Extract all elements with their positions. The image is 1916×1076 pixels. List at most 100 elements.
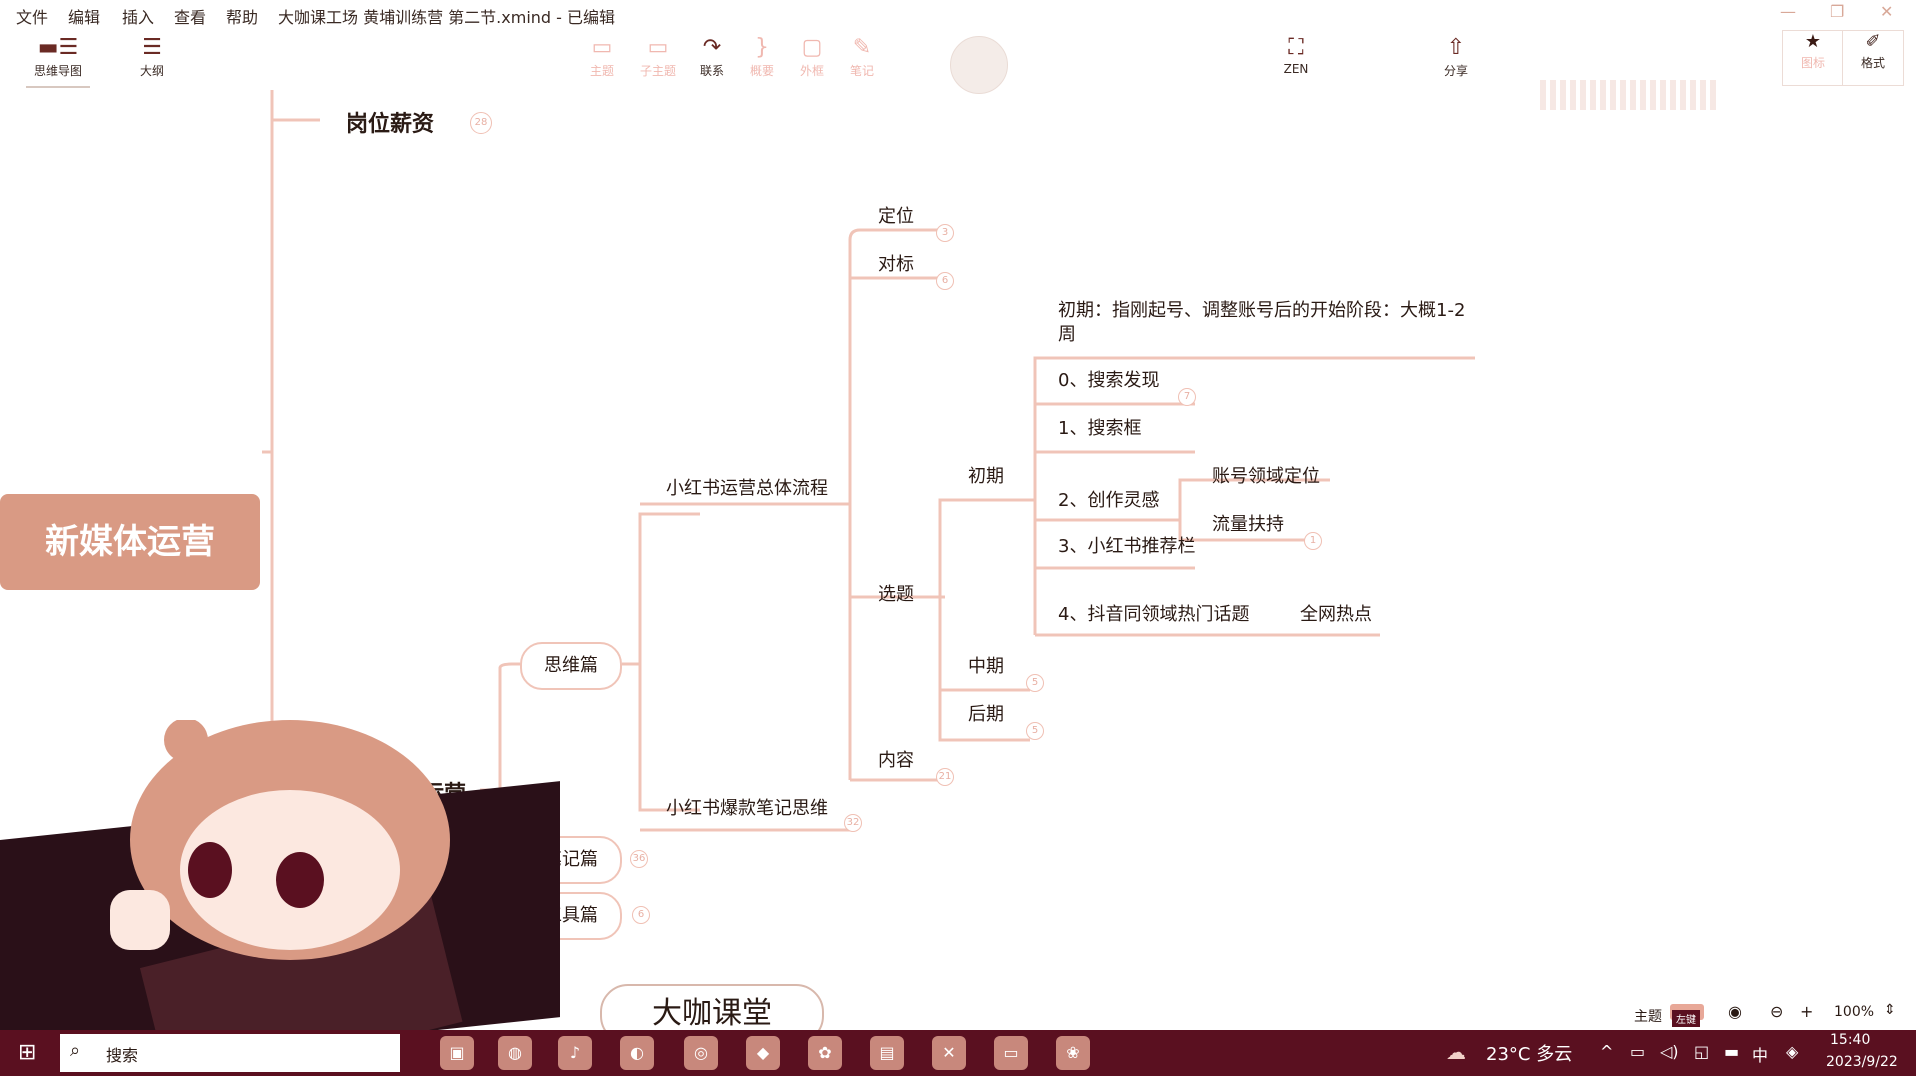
- zoom-stepper-icon[interactable]: ⇕: [1884, 1002, 1896, 1018]
- close-icon[interactable]: ✕: [1880, 2, 1893, 21]
- early-stage-note-line1[interactable]: 初期：指刚起号、调整账号后的开始阶段：大概1-2: [1058, 296, 1465, 322]
- avatar: [950, 36, 1008, 94]
- eye-icon[interactable]: ◉: [1728, 1002, 1742, 1021]
- weather-status[interactable]: 23°C 多云: [1486, 1040, 1572, 1066]
- topic-search-discover[interactable]: 0、搜索发现: [1058, 366, 1159, 392]
- network-icon[interactable]: ▭: [1630, 1042, 1645, 1061]
- topic-positioning[interactable]: 定位: [878, 202, 914, 228]
- topic-content[interactable]: 内容: [878, 746, 914, 772]
- maximize-icon[interactable]: ❐: [1830, 2, 1844, 21]
- app-icon[interactable]: ◍: [498, 1036, 532, 1070]
- topic-viral-notes[interactable]: 小红书爆款笔记思维: [666, 794, 828, 820]
- root-topic[interactable]: 新媒体运营: [0, 494, 260, 590]
- folder-icon[interactable]: ▭: [994, 1036, 1028, 1070]
- clock-time[interactable]: 15:40: [1830, 1032, 1870, 1048]
- xmind-app-icon[interactable]: ✕: [932, 1036, 966, 1070]
- tray-app-icon[interactable]: ◈: [1786, 1042, 1798, 1061]
- collapsed-count-badge[interactable]: 6: [936, 272, 954, 290]
- icon-panel-button[interactable]: ★ 图标: [1782, 30, 1844, 86]
- menu-view[interactable]: 查看: [174, 4, 206, 28]
- zoom-out-icon[interactable]: ⊖: [1770, 1002, 1783, 1021]
- topic-late-stage[interactable]: 后期: [968, 700, 1004, 726]
- topic-benchmark[interactable]: 对标: [878, 250, 914, 276]
- brush-icon: ✐: [1865, 31, 1881, 52]
- clock-date[interactable]: 2023/9/22: [1826, 1054, 1898, 1070]
- taskbar: ⊞ ⌕ 搜索 ▣ ◍ ♪ ◐ ◎ ◆ ✿ ▤ ✕ ▭ ❀ ☁ 23°C 多云 ^…: [0, 1030, 1916, 1076]
- taskbar-search[interactable]: ⌕ 搜索: [60, 1034, 400, 1072]
- icon-panel-label: 图标: [1800, 56, 1825, 70]
- list-icon: ☰: [142, 35, 162, 60]
- topic-label: 主题: [589, 64, 614, 78]
- topic-search-box[interactable]: 1、搜索框: [1058, 414, 1141, 440]
- app-icon[interactable]: ❀: [1056, 1036, 1090, 1070]
- topic-traffic-support[interactable]: 流量扶持: [1212, 510, 1284, 536]
- document-title: 大咖课工场 黄埔训练营 第二节.xmind - 已编辑: [278, 8, 616, 27]
- collapsed-count-badge[interactable]: 5: [1026, 674, 1044, 692]
- volume-icon[interactable]: ◁): [1660, 1042, 1679, 1061]
- note-button[interactable]: ✎ 笔记: [830, 34, 894, 86]
- mindmap-view-button[interactable]: ▬☰ 思维导图: [26, 34, 90, 88]
- cloud-weather-icon: ☁: [1446, 1040, 1466, 1064]
- collapsed-count-badge[interactable]: 3: [936, 224, 954, 242]
- battery-icon[interactable]: ▬: [1724, 1042, 1739, 1061]
- zoom-level[interactable]: 100%: [1834, 1004, 1874, 1020]
- theme-label[interactable]: 主题: [1634, 1006, 1662, 1026]
- app-icon[interactable]: ◆: [746, 1036, 780, 1070]
- collapsed-count-badge[interactable]: 28: [470, 112, 492, 134]
- menu-help[interactable]: 帮助: [226, 4, 258, 28]
- share-upload-icon: ⇧: [1446, 35, 1466, 60]
- collapsed-count-badge[interactable]: 21: [936, 768, 954, 786]
- format-panel-button[interactable]: ✐ 格式: [1842, 30, 1904, 86]
- zen-button[interactable]: ⛶ ZEN: [1264, 34, 1328, 86]
- zen-fullscreen-icon: ⛶: [1288, 35, 1304, 60]
- outline-view-button[interactable]: ☰ 大纲: [120, 34, 184, 86]
- topic-douyin-hot-topics[interactable]: 4、抖音同领域热门话题: [1058, 600, 1249, 626]
- note-label: 笔记: [849, 64, 874, 78]
- ime-indicator[interactable]: 中: [1752, 1042, 1768, 1066]
- topic-button[interactable]: ▭ 主题: [570, 34, 634, 86]
- topic-topic-selection[interactable]: 选题: [878, 580, 914, 606]
- collapsed-count-badge[interactable]: 36: [630, 850, 648, 868]
- topic-early-stage[interactable]: 初期: [968, 462, 1004, 488]
- star-icon: ★: [1804, 31, 1822, 52]
- music-app-icon[interactable]: ♪: [558, 1036, 592, 1070]
- format-label: 格式: [1860, 56, 1885, 70]
- minimize-icon[interactable]: —: [1780, 2, 1796, 21]
- topic-mid-stage[interactable]: 中期: [968, 652, 1004, 678]
- topic-salary[interactable]: 岗位薪资: [346, 106, 434, 138]
- share-button[interactable]: ⇧ 分享: [1424, 34, 1488, 86]
- collapsed-count-badge[interactable]: 5: [1026, 722, 1044, 740]
- mindmap-label: 思维导图: [33, 64, 82, 78]
- share-label: 分享: [1443, 64, 1468, 78]
- topic-icon: ▭: [591, 35, 613, 60]
- menu-edit[interactable]: 编辑: [68, 4, 100, 28]
- topic-creative-inspiration[interactable]: 2、创作灵感: [1058, 486, 1159, 512]
- app-icon[interactable]: ◐: [620, 1036, 654, 1070]
- tray-app-icon[interactable]: ◱: [1694, 1042, 1709, 1061]
- menu-insert[interactable]: 插入: [122, 4, 154, 28]
- collapsed-count-badge[interactable]: 7: [1178, 388, 1196, 406]
- zoom-in-icon[interactable]: +: [1800, 1002, 1813, 1021]
- zen-label: ZEN: [1283, 62, 1309, 76]
- collapsed-count-badge[interactable]: 6: [632, 906, 650, 924]
- app-icon[interactable]: ▣: [440, 1036, 474, 1070]
- app-icon[interactable]: ✿: [808, 1036, 842, 1070]
- statusbar: 主题 左键 ◉ ⊖ + 100% ⇕: [0, 1000, 1916, 1030]
- app-icon[interactable]: ▤: [870, 1036, 904, 1070]
- windows-start-icon[interactable]: ⊞: [18, 1040, 36, 1065]
- toolbar: ▬☰ 思维导图 ☰ 大纲 ▭ 主题 ▭ 子主题 ↷ 联系 } 概要 ▢ 外框 ✎…: [0, 28, 1916, 110]
- search-icon: ⌕: [70, 1040, 81, 1061]
- tray-chevron-icon[interactable]: ^: [1600, 1042, 1613, 1061]
- topic-recommend-column[interactable]: 3、小红书推荐栏: [1058, 532, 1195, 558]
- collapsed-count-badge[interactable]: 32: [844, 814, 862, 832]
- topic-overall-process[interactable]: 小红书运营总体流程: [666, 474, 828, 500]
- early-stage-note-line2[interactable]: 周: [1058, 320, 1076, 346]
- mindmap-icon: ▬☰: [37, 35, 79, 60]
- menu-file[interactable]: 文件: [16, 4, 48, 28]
- topic-thinking[interactable]: 思维篇: [520, 642, 622, 690]
- collapsed-count-badge[interactable]: 1: [1304, 532, 1322, 550]
- menubar: 文件 编辑 插入 查看 帮助 大咖课工场 黄埔训练营 第二节.xmind - 已…: [0, 0, 1916, 28]
- topic-account-domain[interactable]: 账号领域定位: [1212, 462, 1320, 488]
- topic-network-hotspots[interactable]: 全网热点: [1300, 600, 1372, 626]
- browser-icon[interactable]: ◎: [684, 1036, 718, 1070]
